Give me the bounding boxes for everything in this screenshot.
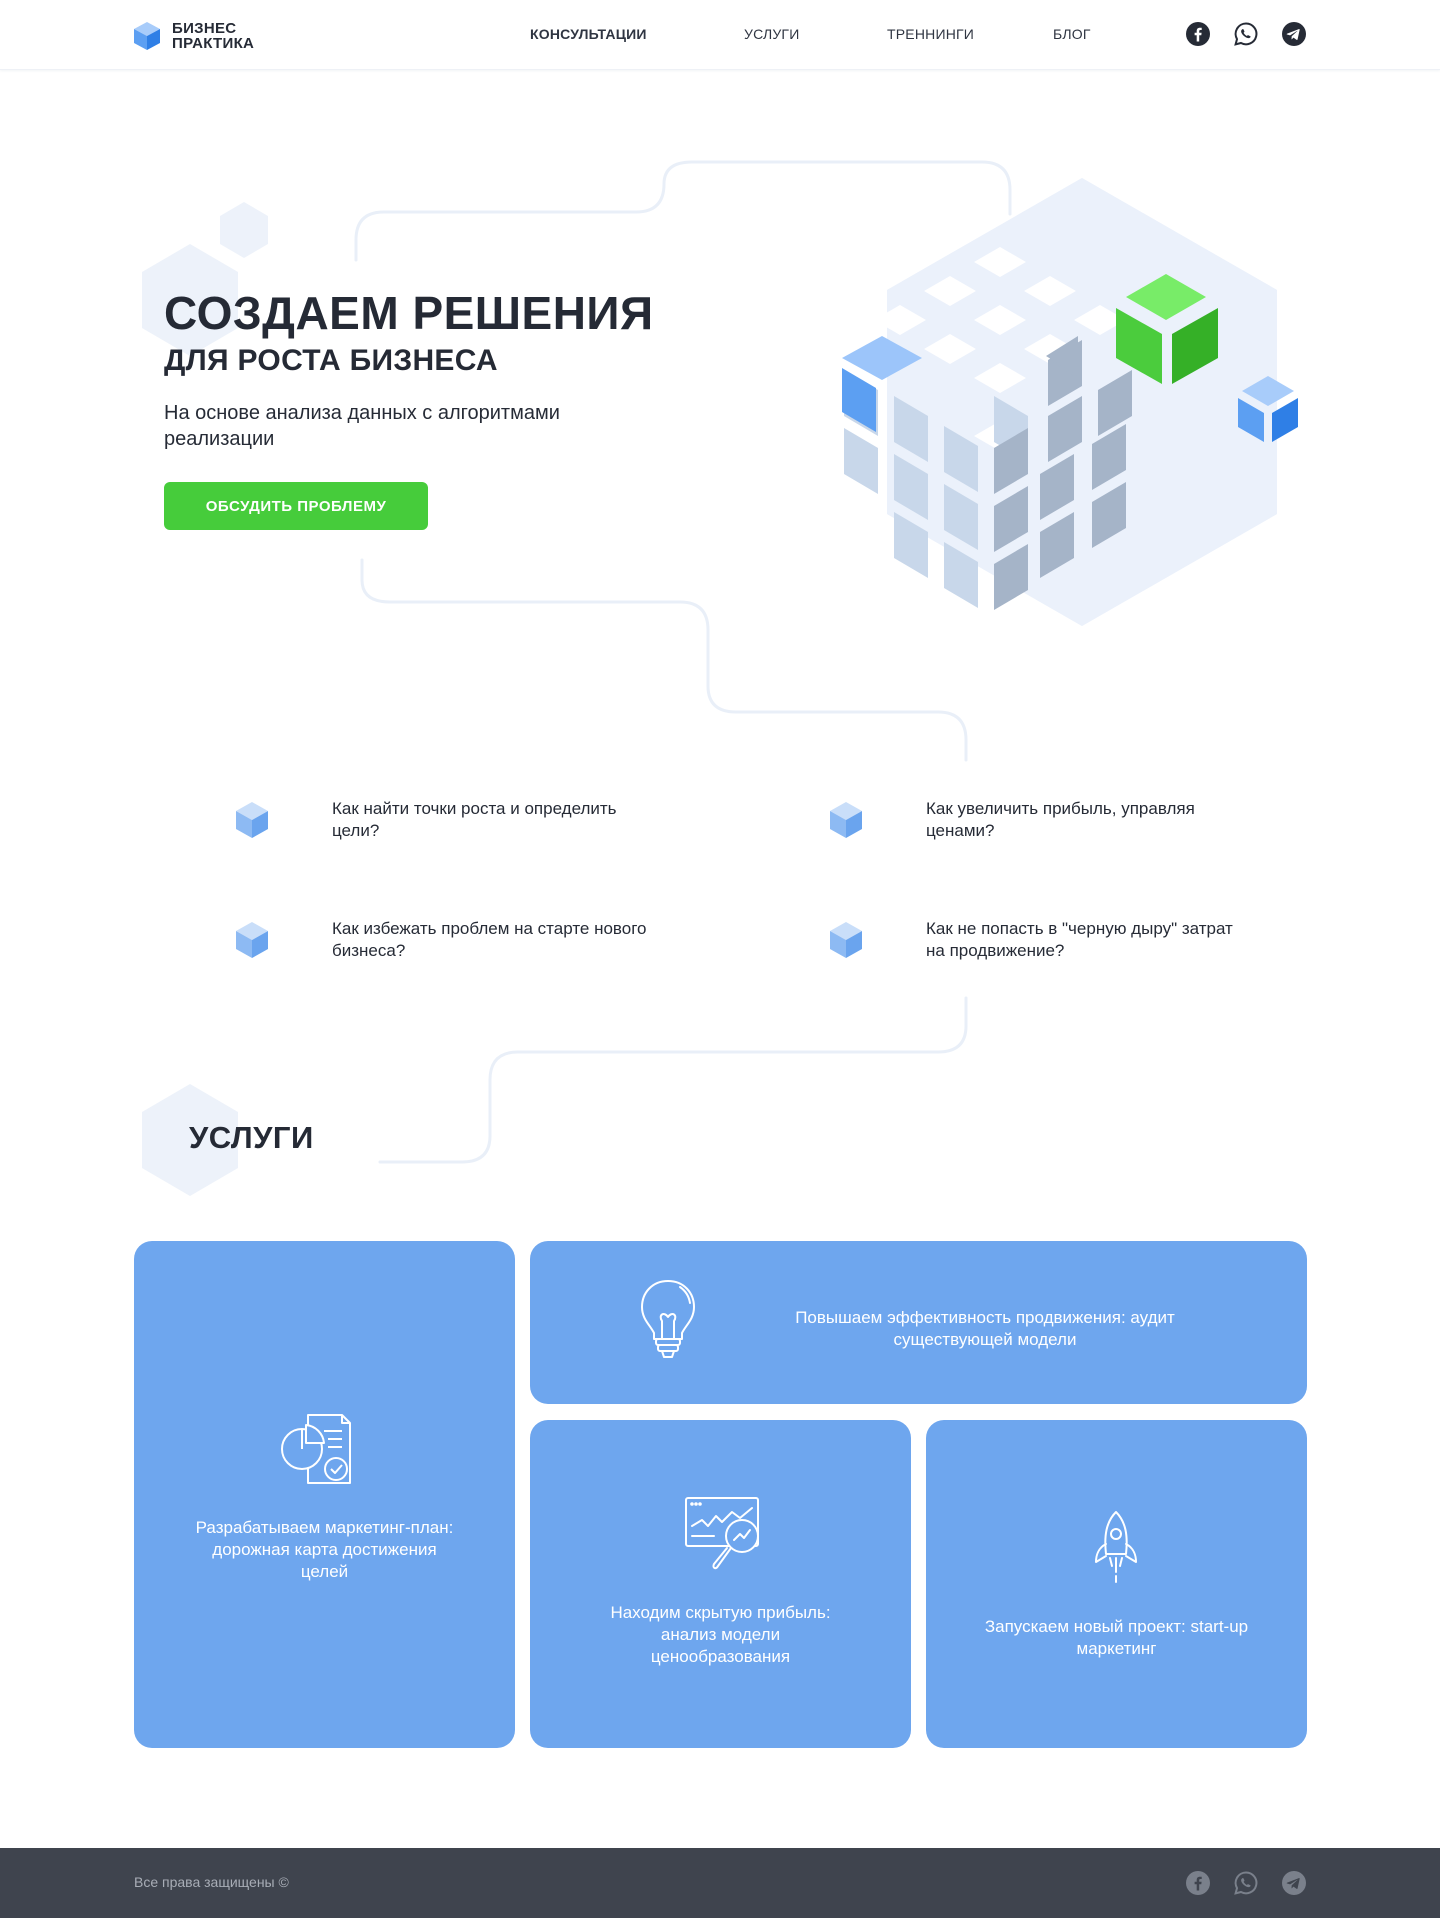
telegram-icon[interactable] [1282,22,1306,46]
question-text: Как увеличить прибыль, управляя ценами? [926,799,1195,840]
connector-line [378,996,968,1164]
discuss-problem-button[interactable]: ОБСУДИТЬ ПРОБЛЕМУ [164,482,428,530]
service-card-pricing-analysis[interactable]: Находим скрытую прибыль: анализ модели ц… [530,1420,911,1748]
service-card-text: Запускаем новый проект: start-up маркети… [984,1617,1249,1658]
cube-illustration [842,178,1298,626]
cube-logo-icon [134,22,160,50]
hexagon-decoration [220,202,268,258]
chart-magnifier-icon [685,1497,759,1570]
whatsapp-icon[interactable] [1234,22,1258,46]
hero-subtitle: ДЛЯ РОСТА БИЗНЕСА [164,344,498,377]
site-header: БИЗНЕС ПРАКТИКА КОНСУЛЬТАЦИИ УСЛУГИ ТРЕН… [0,0,1440,70]
service-card-text: Повышаем эффективность продвижения: ауди… [795,1308,1175,1349]
logo-text: БИЗНЕС ПРАКТИКА [172,21,254,51]
facebook-icon[interactable] [1186,22,1210,46]
question-item: Как не попасть в "черную дыру" затрат на… [826,919,1233,962]
site-footer: Все права защищены © [0,1848,1440,1918]
whatsapp-icon[interactable] [1234,1871,1258,1895]
question-item: Как избежать проблем на старте нового би… [232,919,647,962]
logo-line-1: БИЗНЕС [172,20,237,37]
nav-item-consultations[interactable]: КОНСУЛЬТАЦИИ [530,26,647,42]
cube-icon [236,922,268,958]
service-card-marketing-plan[interactable]: Разрабатываем маркетинг-план: дорожная к… [134,1241,515,1748]
cube-icon [830,922,862,958]
nav-item-trainings[interactable]: ТРЕННИНГИ [887,26,974,42]
hero-description: На основе анализа данных с алгоритмами р… [164,402,560,450]
service-card-text: Разрабатываем маркетинг-план: дорожная к… [195,1518,454,1581]
hero-title: СОЗДАЕМ РЕШЕНИЯ [164,287,654,339]
footer-socials [1186,1871,1306,1895]
question-text: Как найти точки роста и определить цели? [332,799,617,840]
logo-line-2: ПРАКТИКА [172,35,255,52]
question-text: Как не попасть в "черную дыру" затрат на… [926,919,1233,960]
service-card-text: Находим скрытую прибыль: анализ модели ц… [610,1603,831,1666]
nav-item-services[interactable]: УСЛУГИ [744,26,799,42]
cube-icon [236,802,268,838]
facebook-icon[interactable] [1186,1871,1210,1895]
question-item: Как найти точки роста и определить цели? [232,799,617,842]
rocket-icon [1095,1511,1137,1583]
service-card-promotion-audit[interactable]: Повышаем эффективность продвижения: ауди… [530,1241,1307,1404]
lightbulb-icon [641,1280,695,1358]
copyright-text: Все права защищены © [134,1874,289,1890]
service-card-startup-marketing[interactable]: Запускаем новый проект: start-up маркети… [926,1420,1307,1748]
services-title: УСЛУГИ [189,1120,314,1155]
telegram-icon[interactable] [1282,1871,1306,1895]
question-item: Как увеличить прибыль, управляя ценами? [826,799,1195,842]
nav-item-blog[interactable]: БЛОГ [1053,26,1091,42]
header-socials [1186,22,1306,46]
question-text: Как избежать проблем на старте нового би… [332,919,647,960]
report-chart-icon [281,1414,351,1484]
cube-icon [830,802,862,838]
logo[interactable]: БИЗНЕС ПРАКТИКА [132,20,254,52]
